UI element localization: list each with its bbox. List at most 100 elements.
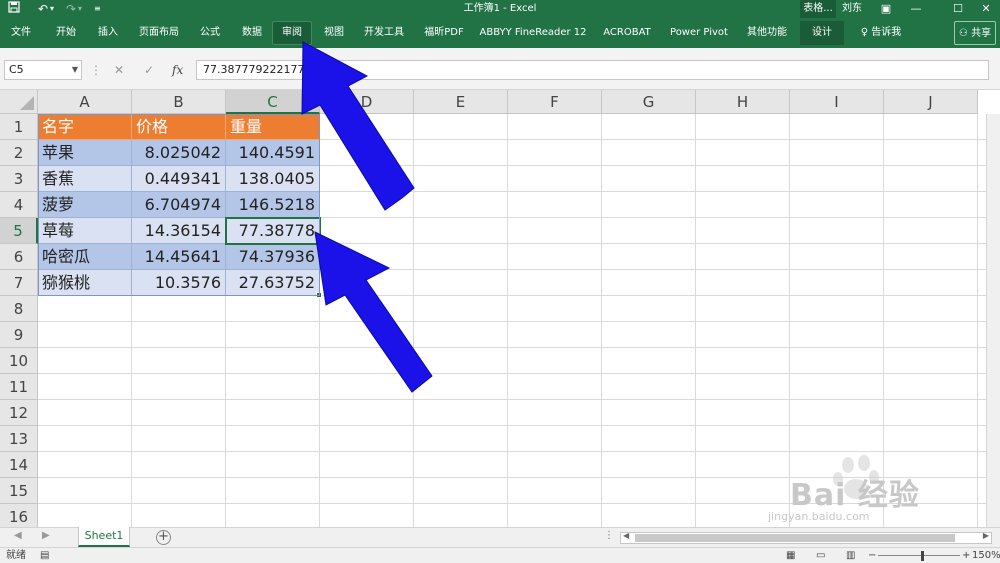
row-header-7[interactable]: 7 [0,270,38,296]
column-header-a[interactable]: A [38,90,132,114]
normal-view-icon[interactable]: ▦ [786,549,795,563]
tab-other-functions[interactable]: 其他功能 [740,21,794,45]
table-cell[interactable]: 74.37936 [226,244,320,270]
tell-me-box[interactable]: ♀ 告诉我 [854,21,908,45]
table-cell[interactable]: 77.38778 [226,218,320,244]
row-header-5[interactable]: 5 [0,218,38,244]
insert-function-icon[interactable]: fx [172,60,183,80]
table-cell[interactable]: 草莓 [38,218,132,244]
gridline-horizontal [38,425,1000,426]
scroll-right-icon[interactable]: ▶ [983,531,989,540]
ribbon-display-icon[interactable]: ▣ [872,0,900,18]
column-header-d[interactable]: D [320,90,414,114]
row-header-15[interactable]: 15 [0,478,38,504]
vertical-scrollbar[interactable] [986,114,1000,527]
tab-insert[interactable]: 插入 [90,21,126,45]
zoom-level[interactable]: 150% [972,549,1000,563]
share-button[interactable]: ⚇ 共享 [954,21,996,45]
table-cell[interactable]: 香蕉 [38,166,132,192]
context-tab-label: 表格... [800,0,836,18]
zoom-slider[interactable] [878,555,960,556]
column-header-i[interactable]: I [790,90,884,114]
column-header-h[interactable]: H [696,90,790,114]
column-header-j[interactable]: J [884,90,978,114]
row-header-8[interactable]: 8 [0,296,38,322]
select-all-corner[interactable] [0,90,38,114]
maximize-button[interactable]: ☐ [944,0,972,18]
user-name[interactable]: 刘东 [842,0,862,18]
scroll-left-icon[interactable]: ◀ [623,531,629,540]
row-header-14[interactable]: 14 [0,452,38,478]
cancel-icon[interactable]: ✕ [114,60,124,80]
enter-icon[interactable]: ✓ [144,60,154,80]
tab-home[interactable]: 开始 [48,21,84,45]
tab-acrobat[interactable]: ACROBAT [598,21,656,45]
table-cell[interactable]: 138.0405 [226,166,320,192]
tab-page-layout[interactable]: 页面布局 [134,21,184,45]
column-header-g[interactable]: G [602,90,696,114]
table-cell[interactable]: 14.45641 [132,244,226,270]
table-header-cell[interactable]: 重量 [226,114,320,140]
tab-review[interactable]: 审阅 [272,21,312,45]
horizontal-scrollbar[interactable]: ◀ ▶ [620,531,992,544]
lightbulb-icon: ♀ [860,27,869,38]
tab-developer[interactable]: 开发工具 [358,21,410,45]
macro-record-icon[interactable]: ▤ [40,549,49,563]
table-cell[interactable]: 140.4591 [226,140,320,166]
table-cell[interactable]: 猕猴桃 [38,270,132,296]
formula-input[interactable]: 77.3877792221777 [196,60,989,80]
table-cell[interactable]: 146.5218 [226,192,320,218]
row-header-4[interactable]: 4 [0,192,38,218]
minimize-button[interactable]: — [902,0,930,18]
row-header-9[interactable]: 9 [0,322,38,348]
table-cell[interactable]: 27.63752 [226,270,320,296]
row-header-2[interactable]: 2 [0,140,38,166]
tab-data[interactable]: 数据 [234,21,270,45]
table-cell[interactable]: 10.3576 [132,270,226,296]
split-handle-icon[interactable]: ⋮ [604,530,614,541]
row-header-10[interactable]: 10 [0,348,38,374]
close-button[interactable]: ✕ [972,0,1000,18]
prev-sheet-icon[interactable]: ◀ [14,530,22,541]
row-header-12[interactable]: 12 [0,400,38,426]
row-header-6[interactable]: 6 [0,244,38,270]
table-cell[interactable]: 苹果 [38,140,132,166]
column-header-b[interactable]: B [132,90,226,114]
scrollbar-thumb[interactable] [635,534,955,542]
gridline-horizontal [38,373,1000,374]
tab-formulas[interactable]: 公式 [192,21,228,45]
tab-design[interactable]: 设计 [800,21,844,45]
page-break-view-icon[interactable]: ▥ [846,549,855,563]
row-header-11[interactable]: 11 [0,374,38,400]
tab-view[interactable]: 视图 [316,21,352,45]
name-box[interactable]: C5 ▼ [4,60,82,80]
column-header-e[interactable]: E [414,90,508,114]
zoom-out-icon[interactable]: − [868,549,876,563]
tab-power-pivot[interactable]: Power Pivot [666,21,732,45]
zoom-in-icon[interactable]: + [962,549,970,563]
table-cell[interactable]: 6.704974 [132,192,226,218]
table-header-cell[interactable]: 价格 [132,114,226,140]
zoom-slider-thumb[interactable] [921,551,924,561]
table-cell[interactable]: 菠萝 [38,192,132,218]
table-header-cell[interactable]: 名字 [38,114,132,140]
row-header-1[interactable]: 1 [0,114,38,140]
next-sheet-icon[interactable]: ▶ [42,530,50,541]
row-header-3[interactable]: 3 [0,166,38,192]
column-header-f[interactable]: F [508,90,602,114]
table-cell[interactable]: 0.449341 [132,166,226,192]
add-sheet-button[interactable]: + [156,530,171,545]
row-header-16[interactable]: 16 [0,504,38,527]
table-cell[interactable]: 哈密瓜 [38,244,132,270]
tab-abbyy[interactable]: ABBYY FineReader 12 [478,21,588,45]
chevron-down-icon[interactable]: ▼ [72,61,78,79]
tab-file[interactable]: 文件 [4,21,38,45]
table-resize-handle[interactable] [316,292,322,298]
table-cell[interactable]: 14.36154 [132,218,226,244]
tab-foxit-pdf[interactable]: 福昕PDF [418,21,470,45]
table-cell[interactable]: 8.025042 [132,140,226,166]
column-header-c[interactable]: C [226,90,320,114]
sheet-tab-sheet1[interactable]: Sheet1 [78,527,130,547]
row-header-13[interactable]: 13 [0,426,38,452]
page-layout-view-icon[interactable]: ▭ [816,549,825,563]
